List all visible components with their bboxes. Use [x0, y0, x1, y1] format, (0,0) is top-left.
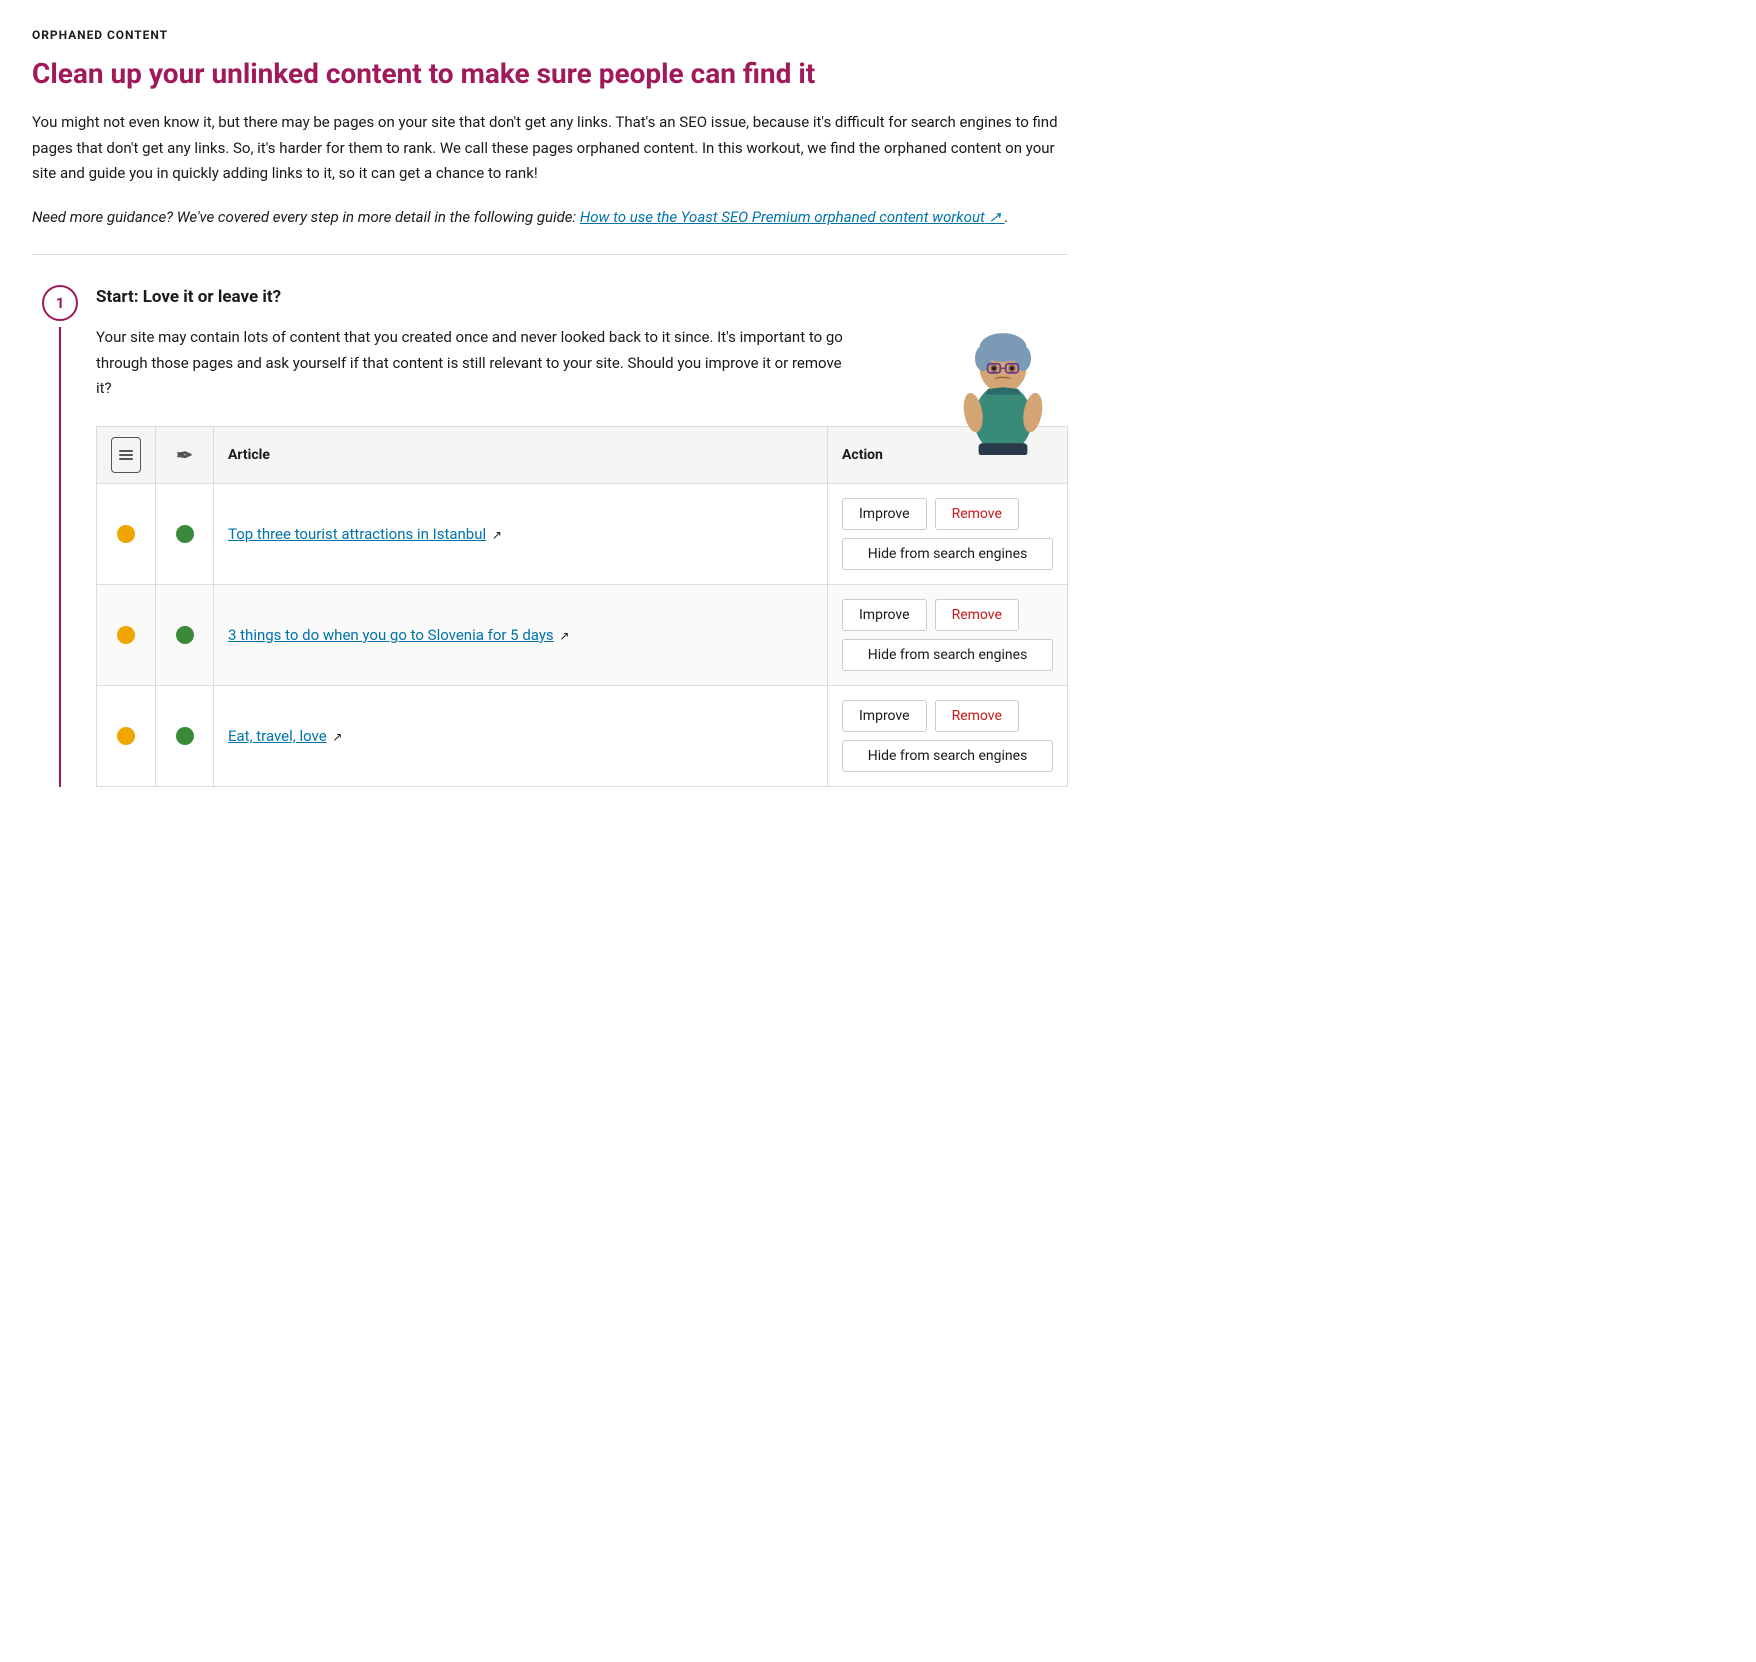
hide-from-search-button[interactable]: Hide from search engines [842, 740, 1053, 772]
article-cell: Eat, travel, love ↗ [214, 685, 828, 786]
seo-dot [117, 727, 135, 745]
action-cell: Improve Remove Hide from search engines [828, 685, 1068, 786]
seo-dot [117, 525, 135, 543]
improve-button[interactable]: Improve [842, 599, 927, 631]
character-illustration [948, 315, 1068, 459]
col-header-seo [97, 426, 156, 483]
remove-button[interactable]: Remove [935, 498, 1019, 530]
readability-dot [176, 525, 194, 543]
table-row: Top three tourist attractions in Istanbu… [97, 483, 1068, 584]
readability-dot [176, 626, 194, 644]
action-cell: Improve Remove Hide from search engines [828, 483, 1068, 584]
step-title: Start: Love it or leave it? [96, 283, 1068, 307]
hide-from-search-button[interactable]: Hide from search engines [842, 538, 1053, 570]
col-header-article: Article [214, 426, 828, 483]
article-cell: 3 things to do when you go to Slovenia f… [214, 584, 828, 685]
external-link-icon: ↗ [332, 730, 342, 744]
readability-dot-cell [156, 584, 214, 685]
readability-dot [176, 727, 194, 745]
step-description: Your site may contain lots of content th… [96, 325, 856, 402]
divider [32, 254, 1068, 255]
remove-button[interactable]: Remove [935, 700, 1019, 732]
seo-dot [117, 626, 135, 644]
article-link[interactable]: Eat, travel, love [228, 727, 327, 745]
step-content: Start: Love it or leave it? Your site ma… [88, 283, 1068, 787]
article-link[interactable]: Top three tourist attractions in Istanbu… [228, 525, 486, 543]
step-line-col: 1 [32, 283, 88, 787]
step-circle: 1 [42, 285, 78, 321]
table-row: 3 things to do when you go to Slovenia f… [97, 584, 1068, 685]
seo-dot-cell [97, 685, 156, 786]
guidance-link[interactable]: How to use the Yoast SEO Premium orphane… [580, 208, 1005, 226]
readability-dot-cell [156, 685, 214, 786]
external-link-icon: ↗ [559, 629, 569, 643]
intro-text: You might not even know it, but there ma… [32, 110, 1068, 187]
action-cell: Improve Remove Hide from search engines [828, 584, 1068, 685]
step-vertical-line [59, 327, 61, 787]
col-header-readability: ✒ [156, 426, 214, 483]
readability-dot-cell [156, 483, 214, 584]
article-link[interactable]: 3 things to do when you go to Slovenia f… [228, 626, 554, 644]
seo-dot-cell [97, 483, 156, 584]
step-section: 1 Start: Love it or leave it? Your site … [32, 283, 1068, 787]
readability-icon: ✒ [170, 443, 199, 467]
improve-button[interactable]: Improve [842, 498, 927, 530]
remove-button[interactable]: Remove [935, 599, 1019, 631]
guidance-text: Need more guidance? We've covered every … [32, 205, 1068, 231]
table-row: Eat, travel, love ↗ Improve Remove Hide … [97, 685, 1068, 786]
seo-dot-cell [97, 584, 156, 685]
external-link-icon: ↗ [492, 528, 502, 542]
seo-score-icon [111, 437, 141, 473]
section-label: ORPHANED CONTENT [32, 28, 1068, 42]
article-cell: Top three tourist attractions in Istanbu… [214, 483, 828, 584]
main-title: Clean up your unlinked content to make s… [32, 56, 1068, 92]
improve-button[interactable]: Improve [842, 700, 927, 732]
content-table: ✒ Article Action Top thre [96, 426, 1068, 787]
step-body: Your site may contain lots of content th… [96, 325, 1068, 402]
hide-from-search-button[interactable]: Hide from search engines [842, 639, 1053, 671]
